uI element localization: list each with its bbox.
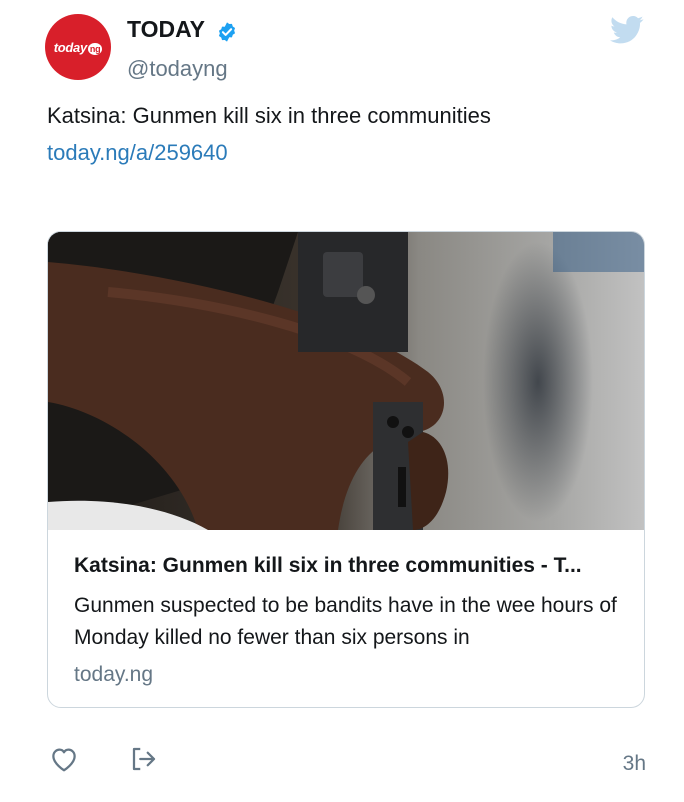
like-heart-icon[interactable] <box>49 744 79 774</box>
tweet-timestamp[interactable]: 3h <box>623 752 646 776</box>
avatar-logo: today ng <box>54 40 103 55</box>
card-domain: today.ng <box>74 663 154 686</box>
link-preview-card[interactable]: Katsina: Gunmen kill six in three commun… <box>47 231 645 708</box>
tweet-link[interactable]: today.ng/a/259640 <box>47 140 228 166</box>
avatar[interactable]: today ng <box>45 14 111 80</box>
share-icon[interactable] <box>129 744 159 774</box>
user-handle[interactable]: @todayng <box>127 56 228 82</box>
avatar-logo-text: today <box>53 39 87 55</box>
tweet-text: Katsina: Gunmen kill six in three commun… <box>47 103 491 128</box>
avatar-logo-badge: ng <box>87 42 103 55</box>
card-title: Katsina: Gunmen kill six in three commun… <box>74 554 582 577</box>
twitter-bird-icon[interactable] <box>610 15 644 45</box>
display-name[interactable]: TODAY <box>127 16 205 43</box>
rifle-in-hand-photo <box>48 232 644 530</box>
card-description: Gunmen suspected to be bandits have in t… <box>74 594 617 649</box>
card-image[interactable] <box>48 232 644 530</box>
verified-badge-icon <box>218 22 236 42</box>
